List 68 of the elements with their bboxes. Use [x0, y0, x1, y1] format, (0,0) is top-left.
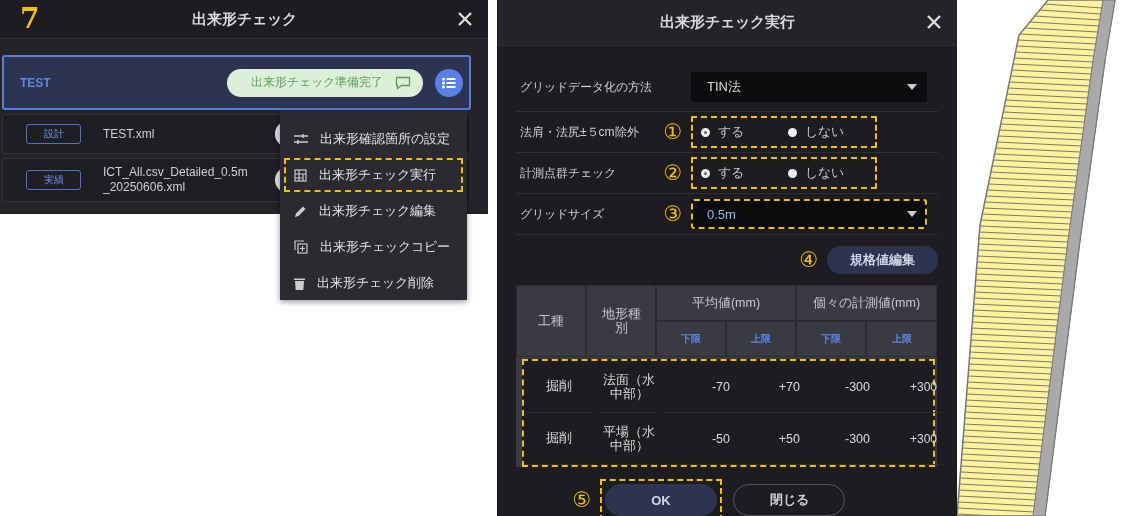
file-tag: 設計 [26, 124, 81, 144]
step-marker: ① [662, 120, 684, 144]
panel-title: 出来形チェック [191, 9, 297, 29]
file-tag: 実績 [26, 170, 81, 190]
menu-item[interactable]: 出来形チェック削除 [284, 266, 463, 300]
table-cell: +50 [734, 413, 804, 465]
radio-button[interactable] [701, 127, 710, 137]
close-icon[interactable] [927, 15, 941, 29]
column-header: 下限 [796, 321, 866, 357]
item-name: TEST [20, 75, 52, 90]
column-header: 上限 [726, 321, 796, 357]
radio-label: しない [805, 164, 844, 182]
table-cell: +70 [734, 361, 804, 413]
column-header: 地形種別 [586, 285, 656, 357]
table-cell: -50 [664, 413, 734, 465]
step-marker: ② [662, 161, 684, 185]
table-cell: -300 [804, 361, 874, 413]
column-header: 下限 [656, 321, 726, 357]
table-cell: -70 [664, 361, 734, 413]
copy-icon [294, 240, 308, 254]
column-header: 個々の計測値(mm) [796, 285, 937, 321]
ok-button[interactable]: OK [605, 484, 717, 516]
close-icon[interactable] [458, 12, 472, 26]
column-header: 上限 [866, 321, 937, 357]
table-cell: 掘削 [524, 361, 594, 413]
table-cell: -300 [804, 413, 874, 465]
column-header: 平均値(mm) [656, 285, 796, 321]
dialog-title: 出来形チェック実行 [659, 13, 795, 32]
grid-icon [294, 168, 307, 182]
sliders-icon [294, 133, 308, 145]
check-item-card[interactable]: TEST 出来形チェック準備完了 [2, 55, 471, 110]
field-label: グリッドデータ化の方法 [520, 78, 653, 96]
caret-icon [907, 211, 917, 217]
table-cell: 平場（水中部） [601, 413, 657, 465]
menu-item[interactable]: 出来形確認箇所の設定 [284, 122, 463, 156]
radio-label: する [718, 164, 744, 182]
file-name: TEST.xml [103, 126, 156, 142]
radio-label: しない [805, 123, 844, 141]
radio-button[interactable] [788, 168, 797, 178]
radio-button[interactable] [788, 127, 797, 137]
list-icon [442, 76, 456, 89]
radio-button[interactable] [701, 168, 710, 178]
step-marker: ⑤ [571, 488, 593, 512]
status-pill: 出来形チェック準備完了 [227, 68, 423, 97]
radio-label: する [718, 123, 744, 141]
menu-item[interactable]: 出来形チェックコピー [284, 230, 463, 264]
comment-icon [395, 75, 411, 90]
list-menu-button[interactable] [435, 68, 463, 97]
menu-item[interactable]: 出来形チェック編集 [284, 194, 463, 228]
caret-icon [907, 84, 917, 90]
step-marker: ③ [662, 202, 684, 226]
menu-item[interactable]: 出来形チェック実行 [284, 158, 463, 192]
field-label: グリッドサイズ [520, 205, 605, 223]
field-label: 法肩・法尻±５cm除外 [520, 123, 640, 141]
table-cell: 掘削 [524, 413, 594, 465]
table-cell: +300 [874, 413, 945, 465]
edit-standards-button[interactable]: 規格値編集 [827, 246, 938, 274]
column-header: 工種 [516, 285, 586, 357]
field-label: 計測点群チェック [520, 164, 617, 182]
step-number: 7 [20, 2, 40, 35]
pencil-icon [294, 204, 307, 218]
step-marker: ④ [798, 248, 820, 272]
table-cell: 法面（水中部） [601, 361, 657, 413]
dropdown-field[interactable]: 0.5m [691, 199, 927, 229]
table-cell: +300 [874, 361, 945, 413]
file-name: ICT_All.csv_Detailed_0.5m_20250606.xml [103, 165, 249, 195]
trash-icon [294, 276, 305, 290]
dropdown-field[interactable]: TIN法 [691, 72, 927, 102]
